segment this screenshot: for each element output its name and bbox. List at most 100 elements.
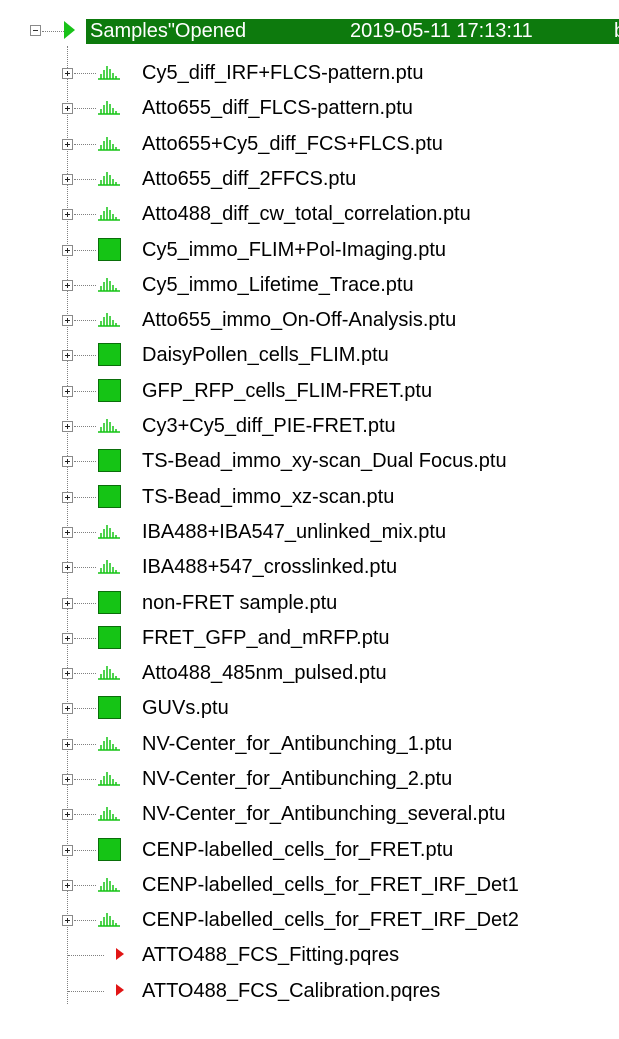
expand-toggle-icon[interactable] xyxy=(62,492,73,503)
histogram-icon xyxy=(98,878,120,892)
expand-toggle-icon[interactable] xyxy=(62,421,73,432)
result-arrow-icon xyxy=(116,948,124,960)
expand-toggle-icon[interactable] xyxy=(62,880,73,891)
expand-toggle-icon[interactable] xyxy=(62,209,73,220)
tree-item-label: NV-Center_for_Antibunching_several.ptu xyxy=(142,803,506,825)
root-label: Samples"Opened xyxy=(90,20,247,42)
tree-item[interactable]: CENP-labelled_cells_for_FRET_IRF_Det2 xyxy=(0,903,619,938)
tree-item[interactable]: Atto488_diff_cw_total_correlation.ptu xyxy=(0,197,619,232)
tree-item-label: CENP-labelled_cells_for_FRET_IRF_Det2 xyxy=(142,909,519,931)
expand-toggle-icon[interactable] xyxy=(62,68,73,79)
expand-toggle-icon[interactable] xyxy=(62,386,73,397)
tree-connector xyxy=(42,31,64,32)
tree-item-label: IBA488+547_crosslinked.ptu xyxy=(142,556,398,578)
tree-item[interactable]: NV-Center_for_Antibunching_1.ptu xyxy=(0,727,619,762)
selected-root-label[interactable]: Samples"Opened 2019-05-11 17:13:11 b xyxy=(86,19,619,44)
histogram-icon xyxy=(98,772,120,786)
expand-toggle-icon[interactable] xyxy=(62,668,73,679)
tree-item-label: ATTO488_FCS_Fitting.pqres xyxy=(142,944,400,966)
histogram-icon xyxy=(98,525,120,539)
image-square-icon xyxy=(98,343,121,366)
tree-item[interactable]: Cy3+Cy5_diff_PIE-FRET.ptu xyxy=(0,409,619,444)
tree-item-label: CENP-labelled_cells_for_FRET.ptu xyxy=(142,839,454,861)
tree-item[interactable]: TS-Bead_immo_xy-scan_Dual Focus.ptu xyxy=(0,444,619,479)
tree-item-label: NV-Center_for_Antibunching_2.ptu xyxy=(142,768,453,790)
tree-item[interactable]: GFP_RFP_cells_FLIM-FRET.ptu xyxy=(0,374,619,409)
image-square-icon xyxy=(98,696,121,719)
histogram-icon xyxy=(98,737,120,751)
tree-item-label: Atto488_485nm_pulsed.ptu xyxy=(142,662,387,684)
tree-item[interactable]: IBA488+IBA547_unlinked_mix.ptu xyxy=(0,515,619,550)
tree-item[interactable]: FRET_GFP_and_mRFP.ptu xyxy=(0,621,619,656)
tree-connector xyxy=(74,497,96,498)
expand-toggle-icon[interactable] xyxy=(62,739,73,750)
tree-connector xyxy=(68,991,104,992)
tree-item[interactable]: ATTO488_FCS_Fitting.pqres xyxy=(0,938,619,973)
result-arrow-icon xyxy=(116,984,124,996)
expand-toggle-icon[interactable] xyxy=(62,103,73,114)
tree-item-label: NV-Center_for_Antibunching_1.ptu xyxy=(142,733,453,755)
expand-toggle-icon[interactable] xyxy=(62,315,73,326)
tree-item[interactable]: Cy5_diff_IRF+FLCS-pattern.ptu xyxy=(0,56,619,91)
tree-item[interactable]: CENP-labelled_cells_for_FRET_IRF_Det1 xyxy=(0,868,619,903)
tree-item[interactable]: Atto655_diff_FLCS-pattern.ptu xyxy=(0,91,619,126)
tree-item[interactable]: DaisyPollen_cells_FLIM.ptu xyxy=(0,338,619,373)
expand-toggle-icon[interactable] xyxy=(62,245,73,256)
tree-connector xyxy=(74,708,96,709)
tree-connector xyxy=(74,391,96,392)
image-square-icon xyxy=(98,591,121,614)
tree-item-label: Cy5_immo_Lifetime_Trace.ptu xyxy=(142,274,414,296)
tree-item-label: Atto655+Cy5_diff_FCS+FLCS.ptu xyxy=(142,133,443,155)
expand-toggle-icon[interactable] xyxy=(62,915,73,926)
histogram-icon xyxy=(98,419,120,433)
tree-item[interactable]: TS-Bead_immo_xz-scan.ptu xyxy=(0,480,619,515)
tree-item-label: IBA488+IBA547_unlinked_mix.ptu xyxy=(142,521,447,543)
tree-item[interactable]: IBA488+547_crosslinked.ptu xyxy=(0,550,619,585)
tree-item-label: Atto488_diff_cw_total_correlation.ptu xyxy=(142,203,471,225)
tree-connector xyxy=(74,250,96,251)
expand-toggle-icon[interactable] xyxy=(62,174,73,185)
tree-item[interactable]: Atto655_immo_On-Off-Analysis.ptu xyxy=(0,303,619,338)
histogram-icon xyxy=(98,207,120,221)
tree-item[interactable]: Atto488_485nm_pulsed.ptu xyxy=(0,656,619,691)
tree-item[interactable]: GUVs.ptu xyxy=(0,691,619,726)
expand-toggle-icon[interactable] xyxy=(62,527,73,538)
histogram-icon xyxy=(98,560,120,574)
tree-root-row[interactable]: Samples"Opened 2019-05-11 17:13:11 b xyxy=(0,16,619,46)
histogram-icon xyxy=(98,666,120,680)
tree-item-label: TS-Bead_immo_xy-scan_Dual Focus.ptu xyxy=(142,450,507,472)
tree-item[interactable]: Cy5_immo_FLIM+Pol-Imaging.ptu xyxy=(0,233,619,268)
tree-item[interactable]: CENP-labelled_cells_for_FRET.ptu xyxy=(0,833,619,868)
image-square-icon xyxy=(98,379,121,402)
tree-item-label: GUVs.ptu xyxy=(142,697,229,719)
expand-toggle-icon[interactable] xyxy=(62,774,73,785)
tree-connector xyxy=(74,355,96,356)
expand-toggle-icon[interactable] xyxy=(62,280,73,291)
tree-item-label: Atto655_diff_2FFCS.ptu xyxy=(142,168,357,190)
tree-item[interactable]: Atto655_diff_2FFCS.ptu xyxy=(0,162,619,197)
tree-item[interactable]: non-FRET sample.ptu xyxy=(0,586,619,621)
histogram-icon xyxy=(98,313,120,327)
expand-toggle-icon[interactable] xyxy=(62,139,73,150)
sample-tree[interactable]: Samples"Opened 2019-05-11 17:13:11 b Cy5… xyxy=(0,0,619,1039)
expand-toggle-icon[interactable] xyxy=(62,633,73,644)
tree-item[interactable]: ATTO488_FCS_Calibration.pqres xyxy=(0,974,619,1009)
collapse-toggle-icon[interactable] xyxy=(30,25,41,36)
expand-toggle-icon[interactable] xyxy=(62,350,73,361)
tree-item-label: Cy5_immo_FLIM+Pol-Imaging.ptu xyxy=(142,239,447,261)
tree-item[interactable]: NV-Center_for_Antibunching_several.ptu xyxy=(0,797,619,832)
expand-toggle-icon[interactable] xyxy=(62,703,73,714)
image-square-icon xyxy=(98,449,121,472)
tree-item[interactable]: Cy5_immo_Lifetime_Trace.ptu xyxy=(0,268,619,303)
expand-toggle-icon[interactable] xyxy=(62,598,73,609)
expand-toggle-icon[interactable] xyxy=(62,845,73,856)
image-square-icon xyxy=(98,626,121,649)
tree-item-label: FRET_GFP_and_mRFP.ptu xyxy=(142,627,390,649)
tree-item-label: TS-Bead_immo_xz-scan.ptu xyxy=(142,486,395,508)
tree-item[interactable]: Atto655+Cy5_diff_FCS+FLCS.ptu xyxy=(0,127,619,162)
expand-toggle-icon[interactable] xyxy=(62,562,73,573)
expand-toggle-icon[interactable] xyxy=(62,809,73,820)
tree-item[interactable]: NV-Center_for_Antibunching_2.ptu xyxy=(0,762,619,797)
histogram-icon xyxy=(98,101,120,115)
expand-toggle-icon[interactable] xyxy=(62,456,73,467)
